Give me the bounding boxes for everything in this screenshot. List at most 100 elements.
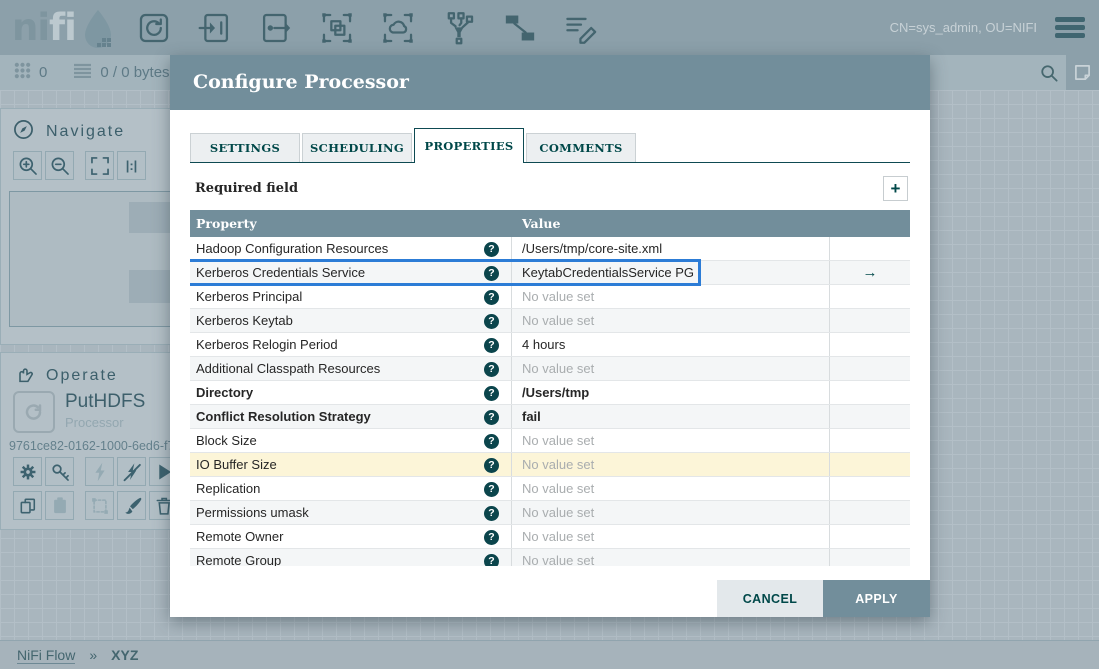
selected-component-id: 9761ce82-0162-1000-6ed6-f7 (9, 439, 175, 453)
property-action-cell (830, 477, 910, 500)
property-name-cell: Replication ? (190, 477, 512, 500)
property-row[interactable]: Replication ? No value set (190, 477, 910, 501)
property-name-cell: Kerberos Principal ? (190, 285, 512, 308)
help-icon[interactable]: ? (484, 385, 499, 401)
zoom-actual-size-button[interactable]: |:| (117, 151, 146, 180)
help-icon[interactable]: ? (484, 313, 499, 329)
property-row[interactable]: Additional Classpath Resources ? No valu… (190, 357, 910, 381)
property-name-cell: Hadoop Configuration Resources ? (190, 237, 512, 260)
property-value-cell[interactable]: No value set (512, 453, 830, 476)
configure-button[interactable] (13, 457, 42, 486)
app-header: nifi CN=sys_admin, OU=NIFI (0, 0, 1099, 55)
property-value-cell[interactable]: No value set (512, 525, 830, 548)
zoom-in-button[interactable] (13, 151, 42, 180)
property-row[interactable]: Kerberos Principal ? No value set (190, 285, 910, 309)
property-value-cell[interactable]: 4 hours (512, 333, 830, 356)
change-color-button[interactable] (117, 491, 146, 520)
property-name: Kerberos Principal (196, 289, 303, 304)
property-value: /Users/tmp (522, 385, 590, 400)
funnel-icon[interactable] (442, 11, 476, 45)
dialog-tab[interactable]: PROPERTIES (414, 128, 524, 163)
breadcrumb-root-link[interactable]: NiFi Flow (17, 647, 76, 664)
help-icon[interactable]: ? (484, 361, 499, 377)
help-icon[interactable]: ? (484, 337, 499, 353)
breadcrumb: NiFi Flow » XYZ (0, 640, 1099, 669)
zoom-out-button[interactable] (45, 151, 74, 180)
enable-button[interactable] (85, 457, 114, 486)
help-icon[interactable]: ? (484, 481, 499, 497)
property-action-cell: → (830, 261, 910, 284)
property-row[interactable]: Remote Owner ? No value set (190, 525, 910, 549)
copy-button[interactable] (13, 491, 42, 520)
help-icon[interactable]: ? (484, 265, 499, 281)
property-name-cell: Kerberos Keytab ? (190, 309, 512, 332)
help-icon[interactable]: ? (484, 433, 499, 449)
property-value-cell[interactable]: No value set (512, 429, 830, 452)
add-property-button[interactable]: + (883, 176, 908, 201)
property-row[interactable]: Directory ? /Users/tmp (190, 381, 910, 405)
property-value-cell[interactable]: No value set (512, 285, 830, 308)
remote-process-group-icon[interactable] (381, 11, 415, 45)
property-row[interactable]: Kerberos Relogin Period ? 4 hours (190, 333, 910, 357)
go-to-service-arrow-icon[interactable]: → (863, 264, 878, 281)
property-row[interactable]: Kerberos Keytab ? No value set (190, 309, 910, 333)
property-value-cell[interactable]: No value set (512, 501, 830, 524)
help-icon[interactable]: ? (484, 553, 499, 566)
label-icon[interactable] (564, 11, 598, 45)
property-action-cell (830, 405, 910, 428)
property-action-cell (830, 501, 910, 524)
property-value-cell[interactable]: No value set (512, 477, 830, 500)
output-port-icon[interactable] (259, 11, 293, 45)
dialog-tab[interactable]: SCHEDULING (302, 133, 412, 163)
zoom-fit-button[interactable] (85, 151, 114, 180)
processor-icon[interactable] (137, 11, 171, 45)
property-name: Kerberos Credentials Service (196, 265, 366, 280)
help-icon[interactable]: ? (484, 409, 499, 425)
property-name-cell: Kerberos Credentials Service ? (190, 261, 512, 284)
property-name: Remote Group (196, 553, 282, 566)
search-icon[interactable] (1032, 55, 1066, 90)
help-icon[interactable]: ? (484, 457, 499, 473)
access-policies-button[interactable] (45, 457, 74, 486)
property-value: No value set (522, 289, 595, 304)
property-row[interactable]: Permissions umask ? No value set (190, 501, 910, 525)
nifi-logo: nifi (12, 6, 77, 49)
property-value-cell[interactable]: KeytabCredentialsService PG (512, 261, 830, 284)
paste-button[interactable] (45, 491, 74, 520)
help-icon[interactable]: ? (484, 289, 499, 305)
hand-icon (13, 363, 34, 389)
property-value-cell[interactable]: No value set (512, 309, 830, 332)
value-column-header: Value (522, 216, 561, 231)
bulletin-icon[interactable] (1066, 55, 1099, 90)
input-port-icon[interactable] (198, 11, 232, 45)
property-row[interactable]: Remote Group ? No value set (190, 549, 910, 566)
dialog-tabs: SETTINGS SCHEDULING PROPERTIES COMMENTS (190, 128, 910, 163)
apply-button[interactable]: APPLY (823, 580, 930, 617)
property-value-cell[interactable]: No value set (512, 549, 830, 566)
property-row[interactable]: Hadoop Configuration Resources ? /Users/… (190, 237, 910, 261)
cancel-button[interactable]: CANCEL (717, 580, 823, 617)
property-name-cell: Conflict Resolution Strategy ? (190, 405, 512, 428)
property-row[interactable]: Kerberos Credentials Service ? KeytabCre… (190, 259, 910, 286)
dialog-tab[interactable]: COMMENTS (526, 133, 636, 163)
property-value: /Users/tmp/core-site.xml (522, 241, 663, 256)
dialog-tab[interactable]: SETTINGS (190, 133, 300, 163)
property-row[interactable]: Block Size ? No value set (190, 429, 910, 453)
property-value: No value set (522, 313, 595, 328)
help-icon[interactable]: ? (484, 505, 499, 521)
group-button[interactable] (85, 491, 114, 520)
property-value-cell[interactable]: No value set (512, 357, 830, 380)
property-row[interactable]: IO Buffer Size ? No value set (190, 453, 910, 477)
property-name: Kerberos Relogin Period (196, 337, 338, 352)
disable-button[interactable] (117, 457, 146, 486)
help-icon[interactable]: ? (484, 529, 499, 545)
help-icon[interactable]: ? (484, 241, 499, 257)
properties-table-header: Property Value (190, 210, 910, 237)
template-icon[interactable] (503, 11, 537, 45)
global-menu-icon[interactable] (1055, 17, 1085, 38)
property-row[interactable]: Conflict Resolution Strategy ? fail (190, 405, 910, 429)
process-group-icon[interactable] (320, 11, 354, 45)
property-value-cell[interactable]: /Users/tmp/core-site.xml (512, 237, 830, 260)
property-value-cell[interactable]: fail (512, 405, 830, 428)
property-value-cell[interactable]: /Users/tmp (512, 381, 830, 404)
